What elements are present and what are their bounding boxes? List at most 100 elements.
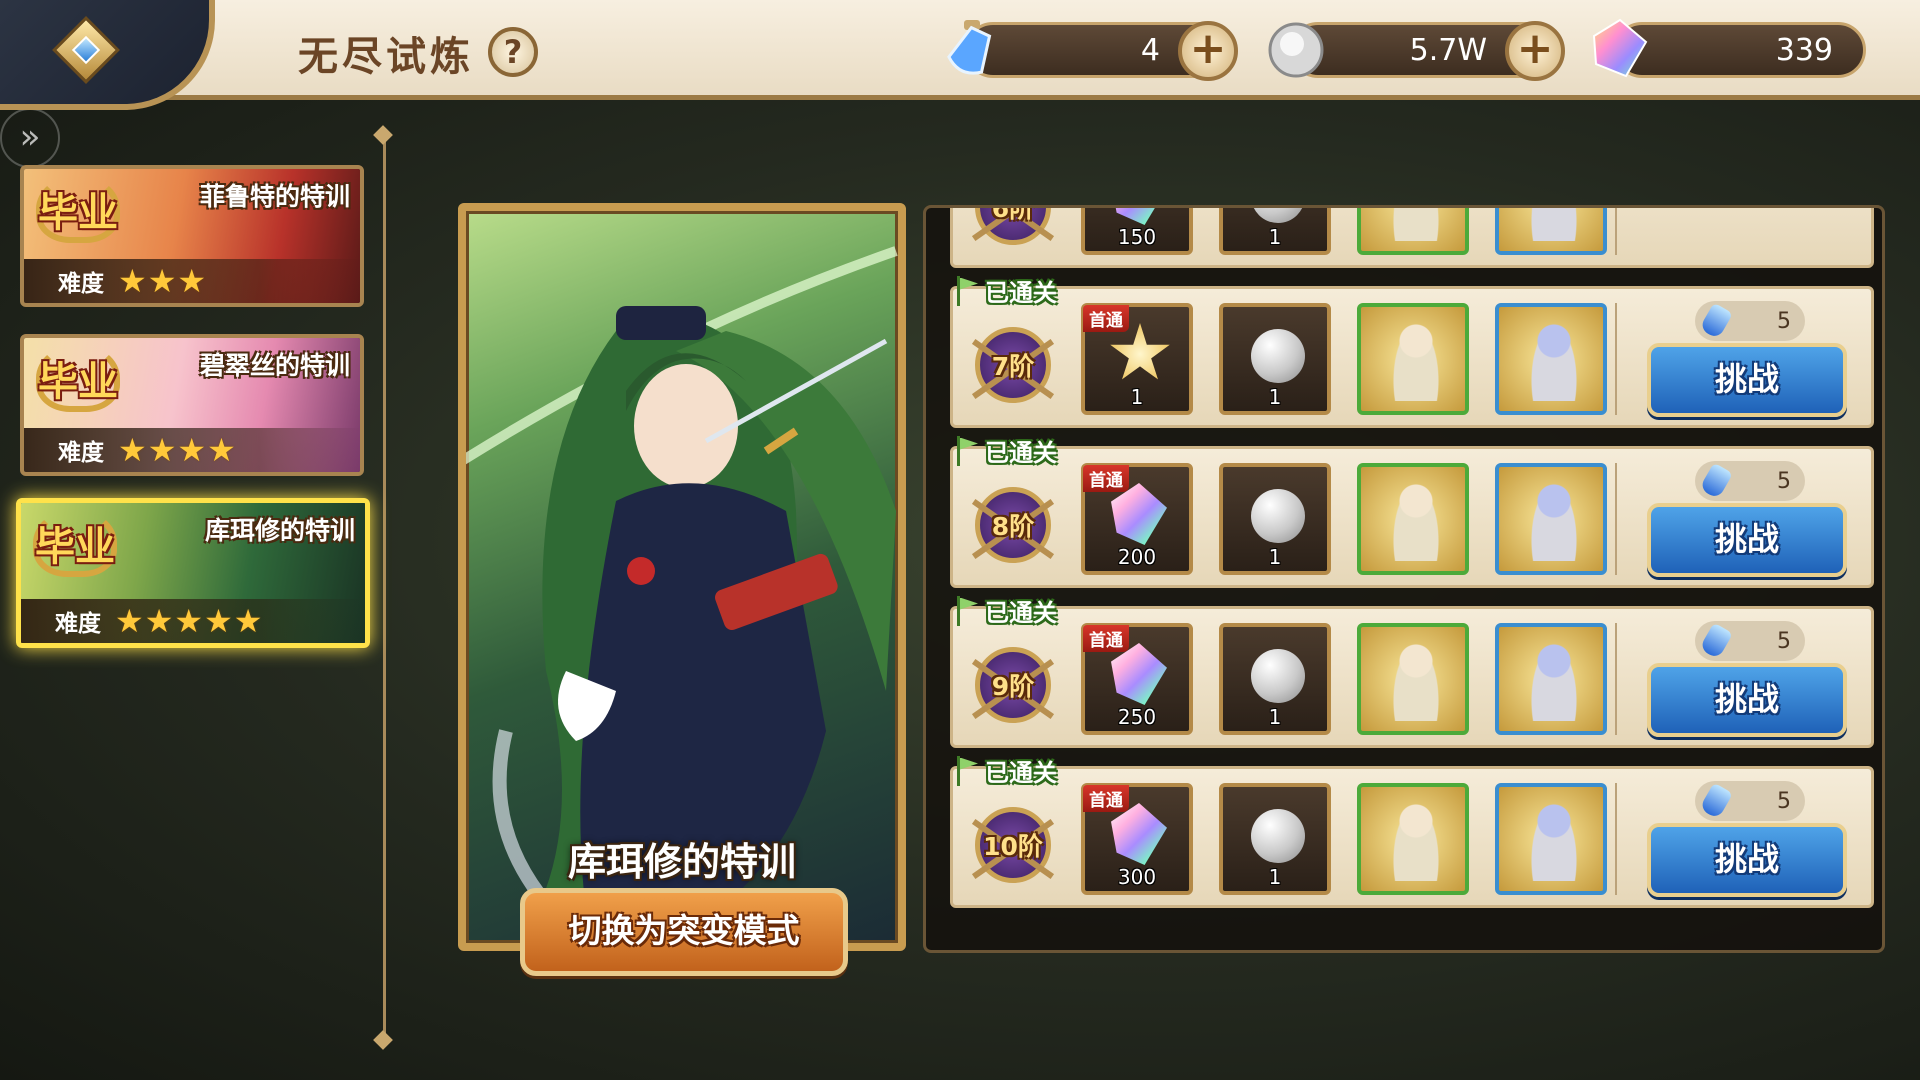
character-portrait: 库珥修的特训 — [458, 203, 906, 951]
difficulty-stars: ★★★ — [118, 262, 208, 300]
trial-card-title: 碧翠丝的特训 — [199, 351, 350, 380]
reward-slot-character-green[interactable] — [1357, 208, 1469, 255]
potion-value: 4 — [1140, 32, 1160, 68]
challenge-button[interactable]: 挑战 — [1647, 343, 1847, 417]
tier-label: 9阶 — [991, 672, 1035, 701]
trial-card-feilute[interactable]: 毕业 菲鲁特的特训 难度 ★★★ — [20, 165, 364, 307]
reward-slot-gem[interactable]: 150 — [1081, 208, 1193, 255]
stage-row-6: 6阶 150 1 挑战 — [950, 205, 1874, 268]
home-button[interactable] — [40, 16, 132, 84]
rainbow-gem-icon — [1111, 803, 1167, 865]
stage-row-7: 已通关 7阶 首通 1 1 5 挑战 — [950, 275, 1874, 428]
potion-icon — [1698, 462, 1734, 500]
reward-slot-character-green[interactable] — [1357, 303, 1469, 415]
difficulty-strip: 难度 ★★★★★ — [21, 599, 365, 643]
cleared-tag: 已通关 — [955, 593, 1057, 628]
stage-row-10: 已通关 10阶 首通 300 1 5 挑战 — [950, 755, 1874, 908]
challenge-cost: 5 — [1695, 781, 1805, 821]
reward-slot-coin[interactable]: 1 — [1219, 783, 1331, 895]
difficulty-label: 难度 — [58, 440, 104, 466]
character-figure-icon — [1391, 641, 1441, 721]
cleared-label: 已通关 — [985, 759, 1057, 787]
difficulty-strip: 难度 ★★★★ — [24, 428, 360, 472]
character-figure-icon — [1391, 208, 1441, 241]
row-divider — [1615, 783, 1617, 895]
challenge-button[interactable]: 挑战 — [1647, 503, 1847, 577]
cost-value: 5 — [1777, 628, 1791, 654]
trial-card-crusch[interactable]: 毕业 库珥修的特训 难度 ★★★★★ — [16, 498, 370, 648]
flag-icon — [955, 755, 981, 786]
first-clear-tag: 首通 — [1083, 305, 1129, 332]
top-bar: 无尽试炼 ? 4 + 5.7W + 339 — [0, 0, 1920, 100]
tier-badge: 6阶 — [975, 205, 1051, 245]
stage-list: 6阶 150 1 挑战 已通关 7阶 首通 1 1 5 挑战 已通关 8阶 首通 2… — [950, 205, 1874, 926]
rainbow-gem-icon — [1111, 643, 1167, 705]
reward-slot-character-green[interactable] — [1357, 463, 1469, 575]
reward-slot-gem[interactable]: 首通 250 — [1081, 623, 1193, 735]
reward-slot-character-blue[interactable] — [1495, 303, 1607, 415]
cleared-tag: 已通关 — [955, 273, 1057, 308]
stage-row-8: 已通关 8阶 首通 200 1 5 挑战 — [950, 435, 1874, 588]
challenge-cost: 5 — [1695, 301, 1805, 341]
trial-card-title: 菲鲁特的特训 — [199, 182, 350, 211]
help-button[interactable]: ? — [488, 27, 538, 77]
challenge-button[interactable]: 挑战 — [1647, 823, 1847, 897]
tier-badge: 10阶 — [975, 807, 1051, 883]
reward-slot-character-blue[interactable] — [1495, 783, 1607, 895]
character-figure-icon — [1529, 641, 1579, 721]
trial-card-beatrice[interactable]: 毕业 碧翠丝的特训 难度 ★★★★ — [20, 334, 364, 476]
potion-icon — [1698, 302, 1734, 340]
tier-label: 10阶 — [983, 832, 1043, 861]
character-figure-icon — [1529, 321, 1579, 401]
cost-value: 5 — [1777, 308, 1791, 334]
tier-badge: 7阶 — [975, 327, 1051, 403]
reward-slot-gem[interactable]: 首通 300 — [1081, 783, 1193, 895]
reward-slot-character-blue[interactable] — [1495, 463, 1607, 575]
row-divider — [1615, 463, 1617, 575]
sidebar-toggle-button[interactable]: » — [0, 108, 60, 168]
row-divider — [1615, 303, 1617, 415]
reward-count: 1 — [1130, 385, 1144, 409]
difficulty-stars: ★★★★ — [118, 431, 237, 469]
character-figure-icon — [1391, 801, 1441, 881]
reward-count: 300 — [1117, 865, 1157, 889]
reward-slot-coin[interactable]: 1 — [1219, 463, 1331, 575]
reward-slot-gem[interactable]: 首通 200 — [1081, 463, 1193, 575]
cleared-tag: 已通关 — [955, 753, 1057, 788]
reward-count: 1 — [1268, 545, 1282, 569]
list-divider — [383, 135, 386, 1040]
graduated-badge: 毕业 — [30, 171, 126, 247]
switch-mode-button[interactable]: 切换为突变模式 — [520, 888, 848, 976]
character-name: 库珥修的特训 — [567, 840, 796, 884]
gem-value: 339 — [1775, 32, 1833, 68]
reward-slot-coin[interactable]: 1 — [1219, 623, 1331, 735]
reward-count: 1 — [1268, 385, 1282, 409]
potion-icon — [1698, 782, 1734, 820]
difficulty-label: 难度 — [55, 611, 101, 637]
reward-slot-character-blue[interactable] — [1495, 208, 1607, 255]
potion-icon — [1698, 622, 1734, 660]
first-clear-tag: 首通 — [1083, 785, 1129, 812]
tier-label: 6阶 — [991, 205, 1035, 223]
row-divider — [1615, 623, 1617, 735]
graduated-badge: 毕业 — [27, 505, 123, 581]
reward-slot-coin[interactable]: 1 — [1219, 208, 1331, 255]
cost-value: 5 — [1777, 788, 1791, 814]
reward-count: 1 — [1268, 705, 1282, 729]
reward-slot-coin[interactable]: 1 — [1219, 303, 1331, 415]
reward-slot-medal[interactable]: 首通 1 — [1081, 303, 1193, 415]
potion-icon — [947, 20, 992, 75]
reward-slot-character-green[interactable] — [1357, 783, 1469, 895]
stage-list-panel[interactable]: 6阶 150 1 挑战 已通关 7阶 首通 1 1 5 挑战 已通关 8阶 首通 2… — [923, 205, 1885, 953]
character-figure-icon — [1529, 801, 1579, 881]
reward-slot-character-green[interactable] — [1357, 623, 1469, 735]
cleared-label: 已通关 — [985, 599, 1057, 627]
add-potion-button[interactable]: + — [1178, 21, 1238, 81]
tier-label: 7阶 — [991, 352, 1035, 381]
diamond-home-icon — [52, 16, 120, 84]
reward-slot-character-blue[interactable] — [1495, 623, 1607, 735]
add-silver-button[interactable]: + — [1505, 21, 1565, 81]
silver-coin-icon — [1251, 329, 1305, 383]
challenge-button[interactable]: 挑战 — [1647, 663, 1847, 737]
silver-coin-icon — [1251, 489, 1305, 543]
